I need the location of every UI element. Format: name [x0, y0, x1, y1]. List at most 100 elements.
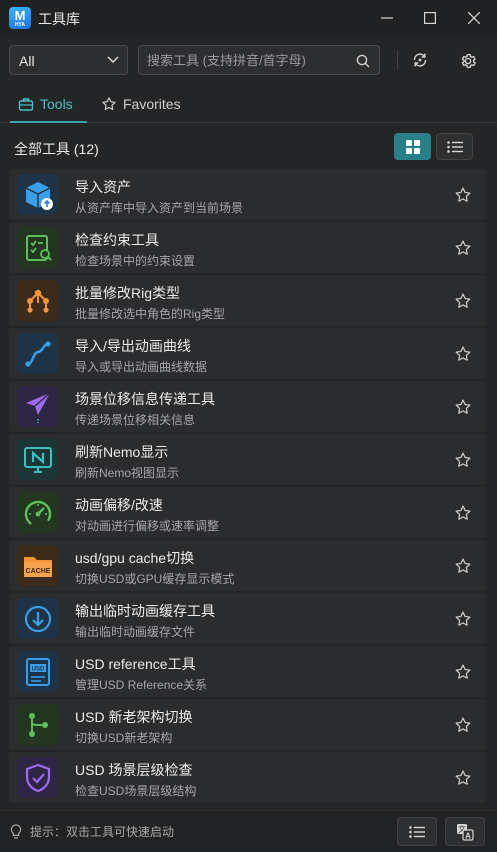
- usd-file-icon: USD: [17, 651, 58, 692]
- favorite-star-icon[interactable]: [452, 237, 474, 259]
- section-title: 全部工具 (12): [14, 141, 99, 157]
- favorite-star-icon[interactable]: [452, 343, 474, 365]
- tool-desc: 批量修改选中角色的Rig类型: [75, 307, 226, 321]
- favorite-star-icon[interactable]: [452, 502, 474, 524]
- close-icon: [468, 12, 480, 24]
- speedometer-icon: [17, 492, 58, 533]
- tab-favorites[interactable]: Favorites: [101, 86, 181, 122]
- checklist-icon: [17, 227, 58, 268]
- search-box[interactable]: [138, 45, 380, 75]
- hint-text: 提示：双击工具可快速启动: [30, 825, 175, 839]
- refresh-icon: [413, 53, 427, 67]
- tool-item-cache-switch[interactable]: CACHE usd/gpu cache切换 切换USD或GPU缓存显示模式: [9, 540, 486, 591]
- tab-favorites-label: Favorites: [123, 96, 181, 112]
- tool-name: 动画偏移/改速: [75, 497, 163, 513]
- favorite-star-icon[interactable]: [452, 290, 474, 312]
- svg-text:USD: USD: [31, 666, 44, 672]
- tool-desc: 切换USD新老架构: [75, 731, 173, 745]
- minimize-icon: [381, 17, 393, 19]
- favorite-star-icon[interactable]: [452, 184, 474, 206]
- settings-button[interactable]: [456, 49, 480, 73]
- maximize-button[interactable]: [408, 0, 452, 36]
- logo-sub: HYA: [14, 22, 26, 28]
- tab-bar: Tools Favorites: [0, 86, 497, 123]
- search-input[interactable]: [147, 52, 347, 68]
- list-view-button[interactable]: [436, 133, 473, 160]
- tool-desc: 对动画进行偏移或速率调整: [75, 519, 220, 533]
- favorite-star-icon[interactable]: [452, 449, 474, 471]
- tool-item-temp-cache[interactable]: 输出临时动画缓存工具 输出临时动画缓存文件: [9, 593, 486, 644]
- tool-item-import-asset[interactable]: 导入资产 从资产库中导入资产到当前场景: [9, 169, 486, 220]
- tool-desc: 管理USD Reference关系: [75, 678, 208, 692]
- rig-nodes-icon: [17, 280, 58, 321]
- star-outline-icon: [102, 97, 116, 111]
- paper-plane-icon: [17, 386, 58, 427]
- tab-tools[interactable]: Tools: [10, 86, 87, 123]
- download-circle-icon: [17, 598, 58, 639]
- import-box-icon: [17, 174, 58, 215]
- tool-name: USD reference工具: [75, 656, 196, 672]
- favorite-star-icon[interactable]: [452, 396, 474, 418]
- list-view-icon: [446, 140, 463, 153]
- tool-desc: 刷新Nemo视图显示: [75, 466, 180, 480]
- tool-item-check-constraints[interactable]: 检查约束工具 检查场景中的约束设置: [9, 222, 486, 273]
- favorite-star-icon[interactable]: [452, 767, 474, 789]
- tool-item-scene-transfer[interactable]: 场景位移信息传递工具 传递场景位移相关信息: [9, 381, 486, 432]
- tool-name: 刷新Nemo显示: [75, 444, 169, 460]
- curve-icon: [17, 333, 58, 374]
- translate-icon: 文A: [457, 823, 474, 841]
- tool-desc: 检查场景中的约束设置: [75, 254, 196, 268]
- branch-icon: [17, 704, 58, 745]
- app-logo: M HYA: [9, 7, 31, 29]
- tool-name: USD 新老架构切换: [75, 709, 193, 725]
- favorite-star-icon[interactable]: [452, 661, 474, 683]
- tool-desc: 传递场景位移相关信息: [75, 413, 196, 427]
- gear-icon: [461, 53, 476, 69]
- cache-folder-icon: CACHE: [17, 545, 58, 586]
- favorite-star-icon[interactable]: [452, 555, 474, 577]
- tool-item-usd-hierarchy[interactable]: USD 场景层级检查 检查USD场景层级结构: [9, 752, 486, 803]
- tool-item-usd-reference[interactable]: USD USD reference工具 管理USD Reference关系: [9, 646, 486, 697]
- hint: 提示：双击工具可快速启动: [10, 823, 174, 840]
- tool-name: 输出临时动画缓存工具: [75, 603, 215, 619]
- tool-item-anim-offset[interactable]: 动画偏移/改速 对动画进行偏移或速率调整: [9, 487, 486, 538]
- close-button[interactable]: [452, 0, 496, 36]
- title-bar: M HYA 工具库: [0, 0, 497, 36]
- tool-desc: 切换USD或GPU缓存显示模式: [75, 572, 235, 586]
- tool-name: usd/gpu cache切换: [75, 550, 195, 566]
- favorite-star-icon[interactable]: [452, 714, 474, 736]
- toolbar-divider: [397, 50, 398, 70]
- category-select[interactable]: All: [9, 45, 128, 75]
- nemo-monitor-icon: [17, 439, 58, 480]
- chevron-down-icon: [107, 56, 119, 64]
- tool-desc: 从资产库中导入资产到当前场景: [75, 201, 244, 215]
- tool-name: USD 场景层级检查: [75, 762, 193, 778]
- logo-letter: M: [14, 8, 26, 23]
- window-title: 工具库: [38, 11, 80, 27]
- status-bar: 提示：双击工具可快速启动 文A: [0, 810, 497, 852]
- toolbox-icon: [18, 98, 34, 111]
- tool-desc: 输出临时动画缓存文件: [75, 625, 196, 639]
- tab-tools-label: Tools: [40, 96, 73, 112]
- tool-name: 批量修改Rig类型: [75, 285, 181, 301]
- refresh-button[interactable]: [408, 48, 432, 72]
- category-select-value: All: [19, 53, 35, 69]
- tool-item-batch-rig[interactable]: 批量修改Rig类型 批量修改选中角色的Rig类型: [9, 275, 486, 326]
- search-icon: [356, 54, 370, 68]
- tool-name: 导入资产: [75, 179, 131, 195]
- tool-name: 导入/导出动画曲线: [75, 338, 191, 354]
- favorite-star-icon[interactable]: [452, 608, 474, 630]
- tool-name: 场景位移信息传递工具: [75, 391, 215, 407]
- svg-text:CACHE: CACHE: [25, 568, 50, 575]
- grid-view-button[interactable]: [394, 133, 431, 160]
- tool-item-usd-architecture[interactable]: USD 新老架构切换 切换USD新老架构: [9, 699, 486, 750]
- tool-name: 检查约束工具: [75, 232, 159, 248]
- language-button[interactable]: 文A: [445, 817, 485, 846]
- tool-item-refresh-nemo[interactable]: 刷新Nemo显示 刷新Nemo视图显示: [9, 434, 486, 485]
- list-icon: [409, 825, 425, 838]
- list-mode-button[interactable]: [397, 817, 437, 846]
- tool-item-anim-curve[interactable]: 导入/导出动画曲线 导入或导出动画曲线数据: [9, 328, 486, 379]
- tool-desc: 导入或导出动画曲线数据: [75, 360, 208, 374]
- lightbulb-icon: [10, 823, 22, 839]
- minimize-button[interactable]: [365, 0, 409, 36]
